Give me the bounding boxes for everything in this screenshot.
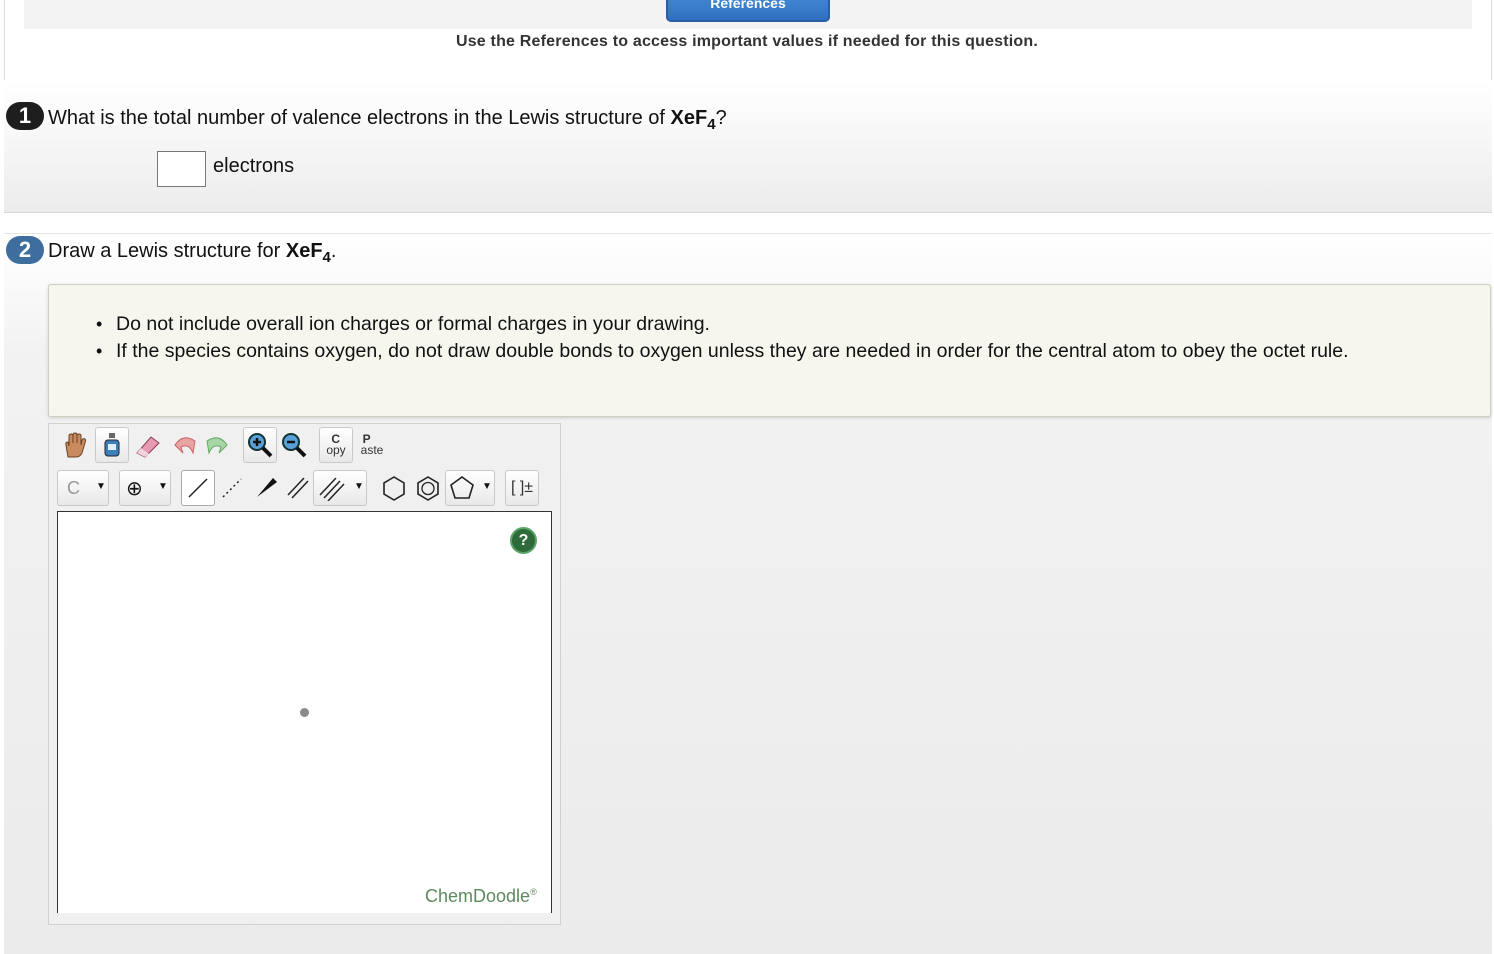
element-select[interactable]: C ▼ (57, 470, 109, 506)
instructions-box: Do not include overall ion charges or fo… (48, 284, 1491, 417)
cyclohexane-icon[interactable] (377, 470, 411, 506)
canvas-center-dot (300, 708, 309, 717)
question-2-text: Draw a Lewis structure for XeF4. (48, 240, 336, 266)
instruction-item: If the species contains oxygen, do not d… (96, 338, 1476, 365)
question-number-badge: 2 (6, 236, 44, 264)
chevron-down-icon: ▼ (482, 481, 492, 492)
question-1-suffix: ? (715, 107, 727, 129)
question-1-panel: 1 What is the total number of valence el… (4, 82, 1492, 213)
chevron-down-icon: ▼ (96, 481, 106, 492)
bracket-charge-button[interactable]: [ ]± (505, 470, 539, 506)
formula: XeF4 (670, 107, 716, 133)
dashed-bond-icon[interactable] (215, 470, 249, 506)
bottle-icon[interactable] (95, 427, 129, 463)
chemdoodle-editor: Copy Paste C ▼ ⊕ ▼ ▼ ▼ []± ? ChemDoodle… (48, 423, 561, 925)
references-button[interactable]: References (666, 0, 830, 22)
zoom-out-icon[interactable] (277, 427, 311, 463)
drawing-canvas[interactable]: ? ChemDoodle® (57, 511, 552, 913)
question-2-panel: 2 Draw a Lewis structure for XeF4. Do no… (4, 233, 1492, 954)
help-button[interactable]: ? (510, 527, 537, 554)
chemdoodle-watermark: ChemDoodle® (425, 886, 537, 906)
paste-button[interactable]: Paste (355, 427, 389, 463)
question-1-prefix: What is the total number of valence elec… (48, 107, 671, 129)
hand-icon[interactable] (57, 427, 91, 463)
bracket-label: [ ]± (510, 479, 534, 496)
undo-icon[interactable] (167, 427, 201, 463)
redo-icon[interactable] (201, 427, 235, 463)
chevron-down-icon: ▼ (158, 481, 168, 492)
benzene-icon[interactable] (411, 470, 445, 506)
electrons-answer-input[interactable] (157, 151, 206, 187)
single-bond-icon[interactable] (181, 470, 215, 506)
eraser-icon[interactable] (131, 427, 165, 463)
references-hint: Use the References to access important v… (455, 33, 1039, 50)
formula: XeF4 (285, 240, 331, 266)
question-2-suffix: . (330, 240, 337, 262)
question-number-badge: 1 (6, 102, 44, 130)
question-2-prefix: Draw a Lewis structure for (48, 240, 286, 262)
question-1-text: What is the total number of valence elec… (48, 107, 727, 133)
element-label: C (67, 477, 80, 498)
instruction-item: Do not include overall ion charges or fo… (96, 311, 1476, 338)
charge-select[interactable]: ⊕ ▼ (119, 470, 171, 506)
double-bond-icon[interactable] (281, 470, 315, 506)
triple-bond-select[interactable]: ▼ (313, 470, 367, 506)
copy-button[interactable]: Copy (319, 427, 353, 463)
charge-plus-icon: ⊕ (126, 477, 143, 500)
chevron-down-icon: ▼ (354, 481, 364, 492)
cyclopentane-select[interactable]: ▼ (445, 470, 495, 506)
electrons-unit-label: electrons (213, 155, 295, 177)
wedge-bond-icon[interactable] (249, 470, 283, 506)
zoom-in-icon[interactable] (243, 427, 277, 463)
